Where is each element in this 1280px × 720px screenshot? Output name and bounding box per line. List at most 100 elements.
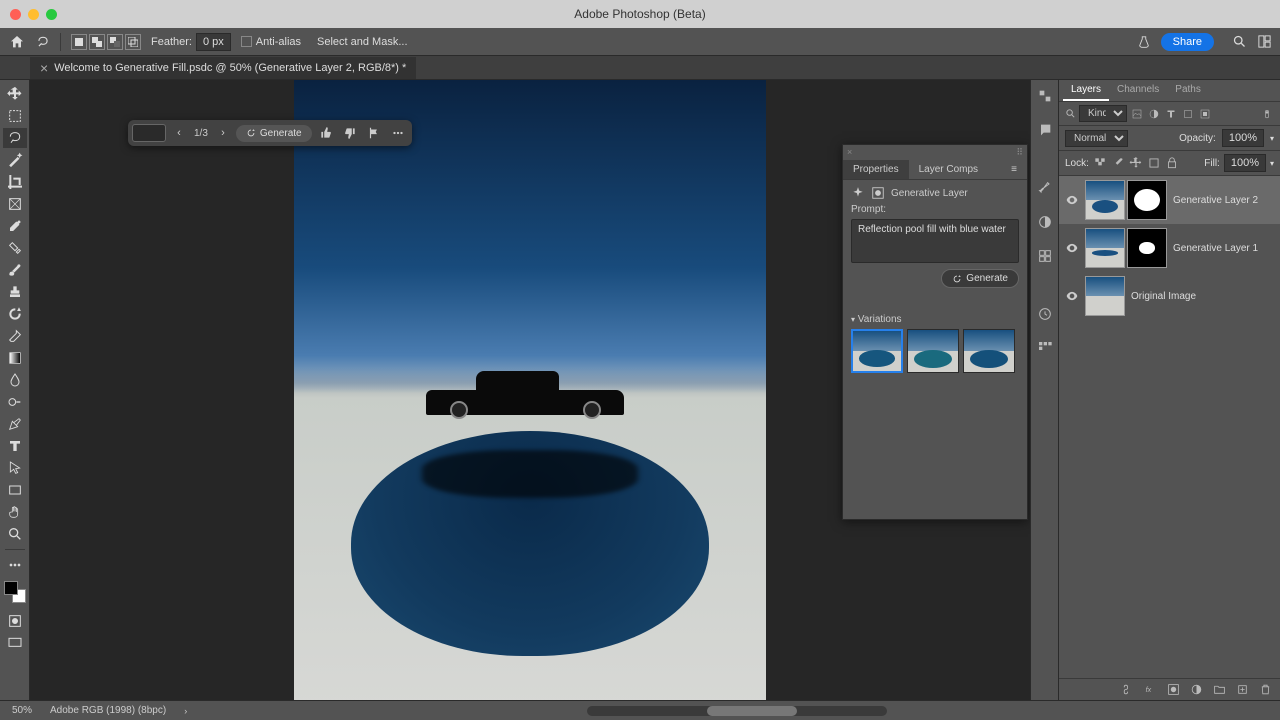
search-icon[interactable] (1232, 34, 1247, 49)
link-layers-icon[interactable] (1121, 683, 1134, 696)
panel-collapse-icon[interactable]: × (847, 147, 852, 158)
horizontal-scrollbar[interactable] (587, 706, 887, 716)
tab-layer-comps[interactable]: Layer Comps (909, 160, 988, 179)
filter-shape-icon[interactable] (1181, 107, 1195, 121)
type-tool-icon[interactable] (3, 436, 27, 456)
variation-thumb-3[interactable] (963, 329, 1015, 373)
prompt-mini-input[interactable] (132, 124, 166, 142)
foreground-color-swatch[interactable] (4, 581, 18, 595)
close-window-icon[interactable] (10, 9, 21, 20)
tab-properties[interactable]: Properties (843, 160, 909, 179)
color-profile[interactable]: Adobe RGB (1998) (8bpc) (50, 705, 166, 716)
lock-transparency-icon[interactable] (1093, 156, 1107, 170)
history-brush-tool-icon[interactable] (3, 304, 27, 324)
frame-tool-icon[interactable] (3, 194, 27, 214)
adjustments-panel-icon[interactable] (1034, 212, 1056, 232)
filter-smart-icon[interactable] (1198, 107, 1212, 121)
new-layer-icon[interactable] (1236, 683, 1249, 696)
tab-paths[interactable]: Paths (1167, 80, 1209, 101)
quickmask-icon[interactable] (3, 611, 27, 631)
brush-tool-icon[interactable] (3, 260, 27, 280)
marquee-tool-icon[interactable] (3, 106, 27, 126)
layer-name[interactable]: Generative Layer 2 (1173, 195, 1258, 206)
share-button[interactable]: Share (1161, 33, 1214, 51)
delete-layer-icon[interactable] (1259, 683, 1272, 696)
zoom-tool-icon[interactable] (3, 524, 27, 544)
prompt-textarea[interactable]: Reflection pool fill with blue water (851, 219, 1019, 263)
blend-mode-select[interactable]: Normal (1065, 130, 1128, 147)
filter-toggle-icon[interactable] (1260, 107, 1274, 121)
blur-tool-icon[interactable] (3, 370, 27, 390)
pen-tool-icon[interactable] (3, 414, 27, 434)
selection-subtract-icon[interactable] (107, 34, 123, 50)
next-variation-icon[interactable]: › (214, 124, 232, 142)
stamp-tool-icon[interactable] (3, 282, 27, 302)
layer-fx-icon[interactable]: fx (1144, 683, 1157, 696)
comments-panel-icon[interactable] (1034, 120, 1056, 140)
canvas-area[interactable]: ‹ 1/3 › Generate ×⠿ Properties Layer Com… (30, 80, 1030, 700)
beaker-icon[interactable] (1137, 35, 1151, 49)
adjustment-layer-icon[interactable] (1190, 683, 1203, 696)
layer-visibility-icon[interactable] (1065, 193, 1079, 207)
more-options-icon[interactable] (388, 124, 408, 142)
history-panel-icon[interactable] (1034, 304, 1056, 324)
feather-input[interactable]: 0 px (196, 33, 231, 51)
gradient-tool-icon[interactable] (3, 348, 27, 368)
tab-layers[interactable]: Layers (1063, 80, 1109, 101)
layer-mask-thumbnail[interactable] (1127, 228, 1167, 268)
filter-pixel-icon[interactable] (1130, 107, 1144, 121)
workspace-icon[interactable] (1257, 34, 1272, 49)
layer-mask-icon[interactable] (1167, 683, 1180, 696)
layer-thumbnail[interactable] (1085, 276, 1125, 316)
variation-thumb-1[interactable] (851, 329, 903, 373)
layer-visibility-icon[interactable] (1065, 289, 1079, 303)
group-layers-icon[interactable] (1213, 683, 1226, 696)
crop-tool-icon[interactable] (3, 172, 27, 192)
foreground-background-color[interactable] (4, 581, 26, 603)
generate-button[interactable]: Generate (236, 125, 312, 142)
layer-name[interactable]: Generative Layer 1 (1173, 243, 1258, 254)
lock-artboard-icon[interactable] (1147, 156, 1161, 170)
home-icon[interactable] (8, 34, 26, 50)
dodge-tool-icon[interactable] (3, 392, 27, 412)
lock-position-icon[interactable] (1129, 156, 1143, 170)
healing-tool-icon[interactable] (3, 238, 27, 258)
layer-row[interactable]: Original Image (1059, 272, 1280, 320)
tab-channels[interactable]: Channels (1109, 80, 1167, 101)
panel-grip-icon[interactable]: ⠿ (1016, 147, 1023, 158)
thumbs-up-icon[interactable] (316, 124, 336, 142)
layer-thumbnail[interactable] (1085, 180, 1125, 220)
lasso-tool-icon[interactable] (3, 128, 27, 148)
flag-icon[interactable] (364, 124, 384, 142)
move-tool-icon[interactable] (3, 84, 27, 104)
generate-button-panel[interactable]: Generate (941, 269, 1019, 288)
path-select-tool-icon[interactable] (3, 458, 27, 478)
filter-adjust-icon[interactable] (1147, 107, 1161, 121)
antialias-checkbox[interactable] (241, 36, 252, 47)
layer-row[interactable]: Generative Layer 2 (1059, 176, 1280, 224)
layer-visibility-icon[interactable] (1065, 241, 1079, 255)
rectangle-tool-icon[interactable] (3, 480, 27, 500)
prev-variation-icon[interactable]: ‹ (170, 124, 188, 142)
thumbs-down-icon[interactable] (340, 124, 360, 142)
filter-kind-select[interactable]: Kind (1079, 105, 1127, 122)
zoom-level[interactable]: 50% (12, 705, 32, 716)
minimize-window-icon[interactable] (28, 9, 39, 20)
eyedropper-tool-icon[interactable] (3, 216, 27, 236)
document-tab[interactable]: × Welcome to Generative Fill.psdc @ 50% … (30, 57, 416, 79)
screenmode-icon[interactable] (3, 633, 27, 653)
layer-row[interactable]: Generative Layer 1 (1059, 224, 1280, 272)
filter-type-icon[interactable] (1164, 107, 1178, 121)
layer-thumbnail[interactable] (1085, 228, 1125, 268)
fill-input[interactable]: 100% (1224, 154, 1266, 172)
selection-new-icon[interactable] (71, 34, 87, 50)
selection-intersect-icon[interactable] (125, 34, 141, 50)
lock-all-icon[interactable] (1165, 156, 1179, 170)
swatches-panel-icon[interactable] (1034, 338, 1056, 358)
lock-pixels-icon[interactable] (1111, 156, 1125, 170)
opacity-input[interactable]: 100% (1222, 129, 1264, 147)
layer-name[interactable]: Original Image (1131, 291, 1196, 302)
panel-menu-icon[interactable]: ≡ (1001, 160, 1027, 179)
maximize-window-icon[interactable] (46, 9, 57, 20)
eraser-tool-icon[interactable] (3, 326, 27, 346)
